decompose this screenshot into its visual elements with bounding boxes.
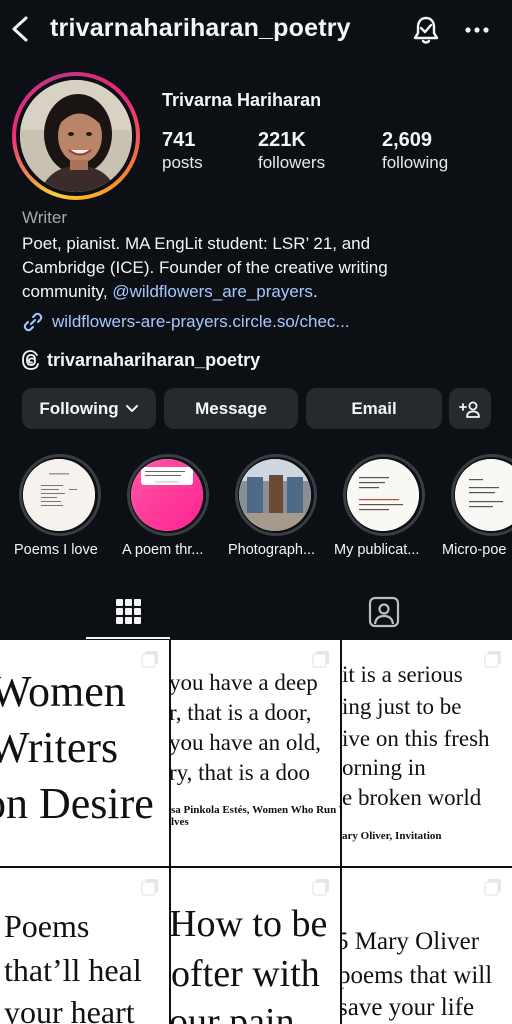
post-text-line: save your life bbox=[342, 994, 475, 1021]
highlight-item[interactable]: Poems I love bbox=[14, 454, 102, 564]
post-text-line: e broken world bbox=[342, 785, 482, 810]
following-count-label: following bbox=[382, 153, 449, 172]
highlight-item[interactable]: My publicat... bbox=[334, 454, 426, 564]
top-bar: trivarnahariharan_poetry bbox=[0, 0, 512, 58]
post-text-line: ing just to be bbox=[342, 694, 462, 719]
highlight-label: Poems I love bbox=[14, 542, 98, 558]
post-text-line: ry, that is a doo bbox=[171, 760, 310, 785]
tagged-person-icon bbox=[368, 596, 400, 628]
profile-bio: Poet, pianist. MA EngLit student: LSR’ 2… bbox=[22, 232, 492, 304]
posts-count-value: 741 bbox=[162, 129, 196, 151]
post-tile[interactable]: Women Writers on Desire bbox=[0, 640, 169, 866]
message-button[interactable]: Message bbox=[164, 388, 298, 429]
post-text-line: it is a serious bbox=[342, 662, 463, 687]
highlight-cover bbox=[131, 459, 203, 531]
email-button-label: Email bbox=[351, 398, 397, 418]
grid-icon bbox=[116, 599, 141, 624]
post-text-line: Women bbox=[0, 667, 126, 716]
highlight-label: A poem thr... bbox=[122, 542, 204, 558]
post-tile[interactable]: Poems that’ll heal your heart bbox=[0, 868, 169, 1024]
story-ring[interactable] bbox=[12, 72, 140, 200]
post-text-line: that’ll heal bbox=[4, 952, 142, 988]
multiple-posts-icon bbox=[312, 879, 329, 896]
suggested-accounts-button[interactable] bbox=[449, 388, 491, 429]
post-text-line: poems that will bbox=[342, 962, 493, 989]
link-icon bbox=[23, 312, 43, 332]
profile-link-text[interactable]: wildflowers-are-prayers.circle.so/chec..… bbox=[52, 310, 350, 334]
message-button-label: Message bbox=[195, 398, 267, 418]
multiple-posts-icon bbox=[484, 651, 501, 668]
post-caption: sa Pinkola Estés, Women Who Run Wit bbox=[171, 804, 340, 816]
bio-line-3-end: . bbox=[312, 282, 318, 301]
followers-count-value: 221K bbox=[258, 129, 306, 151]
post-text-line: How to be bbox=[171, 903, 328, 945]
bio-line-3-text: community, bbox=[22, 282, 113, 301]
post-text-line: Writers bbox=[0, 723, 119, 772]
threads-handle: trivarnahariharan_poetry bbox=[47, 350, 261, 370]
post-text-line: 5 Mary Oliver bbox=[342, 928, 480, 955]
multiple-posts-icon bbox=[312, 651, 329, 668]
post-text-line: ive on this fresh bbox=[342, 726, 490, 751]
post-text-line: you have a deep bbox=[171, 670, 318, 695]
tab-tagged[interactable] bbox=[342, 585, 426, 638]
followers-count-label: followers bbox=[258, 153, 326, 172]
display-name: Trivarna Hariharan bbox=[162, 90, 322, 110]
highlight-label: My publicat... bbox=[334, 542, 420, 558]
active-tab-indicator bbox=[86, 637, 170, 639]
post-tile[interactable]: you have a deep r, that is a door, you h… bbox=[171, 640, 340, 866]
bio-line-2: Cambridge (ICE). Founder of the creative… bbox=[22, 258, 388, 277]
multiple-posts-icon bbox=[484, 879, 501, 896]
email-button[interactable]: Email bbox=[306, 388, 442, 429]
highlight-cover bbox=[347, 459, 419, 531]
avatar[interactable] bbox=[20, 80, 132, 192]
post-text-line: Poems bbox=[4, 908, 90, 944]
multiple-posts-icon bbox=[141, 879, 158, 896]
following-button-label: Following bbox=[39, 398, 119, 418]
profile-tabs bbox=[0, 585, 512, 640]
tab-posts-grid[interactable] bbox=[86, 585, 170, 638]
highlight-item[interactable]: Photograph... bbox=[228, 454, 318, 564]
bio-line-3: community, @wildflowers_are_prayers. bbox=[22, 280, 492, 304]
profile-username: trivarnahariharan_poetry bbox=[50, 14, 351, 42]
highlight-item[interactable]: A poem thr... bbox=[122, 454, 210, 564]
highlight-label: Photograph... bbox=[228, 542, 316, 558]
post-text-line: r, that is a door, bbox=[171, 700, 312, 725]
chevron-down-icon bbox=[125, 404, 138, 412]
post-caption: lves bbox=[171, 816, 189, 828]
posts-count-label: posts bbox=[162, 153, 203, 172]
following-button[interactable]: Following bbox=[22, 388, 156, 429]
bio-mention-link[interactable]: @wildflowers_are_prayers bbox=[112, 282, 313, 301]
bio-line-1: Poet, pianist. MA EngLit student: LSR’ 2… bbox=[22, 234, 371, 253]
post-text-line: orning in bbox=[342, 755, 426, 780]
posts-count[interactable]: 741 posts bbox=[162, 128, 203, 174]
post-text-line: ofter with bbox=[171, 953, 320, 995]
post-text-line: you have an old, bbox=[171, 730, 322, 755]
highlight-cover bbox=[23, 459, 95, 531]
back-arrow-icon[interactable] bbox=[8, 14, 34, 44]
following-count-value: 2,609 bbox=[382, 129, 433, 151]
post-tile[interactable]: it is a serious ing just to be ive on th… bbox=[342, 640, 512, 866]
post-tile[interactable]: How to be ofter with our pain bbox=[171, 868, 340, 1024]
following-count[interactable]: 2,609 following bbox=[382, 128, 448, 174]
multiple-posts-icon bbox=[141, 651, 158, 668]
notification-bell-icon[interactable] bbox=[410, 14, 442, 46]
highlight-cover bbox=[239, 459, 311, 531]
post-tile[interactable]: 5 Mary Oliver poems that will save your … bbox=[342, 868, 512, 1024]
profile-category: Writer bbox=[22, 208, 68, 227]
post-text-line: your heart bbox=[4, 994, 135, 1024]
post-caption: ary Oliver, Invitation bbox=[342, 830, 442, 842]
more-options-icon[interactable] bbox=[460, 15, 494, 45]
post-text-line: our pain bbox=[171, 1001, 295, 1024]
add-person-icon bbox=[459, 401, 480, 418]
highlight-label: Micro-poe bbox=[442, 542, 507, 558]
followers-count[interactable]: 221K followers bbox=[258, 128, 325, 174]
threads-icon bbox=[22, 350, 39, 370]
posts-grid: Women Writers on Desire you have a deep … bbox=[0, 640, 512, 1024]
highlight-item[interactable]: Micro-poe bbox=[442, 454, 512, 564]
post-text-line: on Desire bbox=[0, 779, 154, 828]
